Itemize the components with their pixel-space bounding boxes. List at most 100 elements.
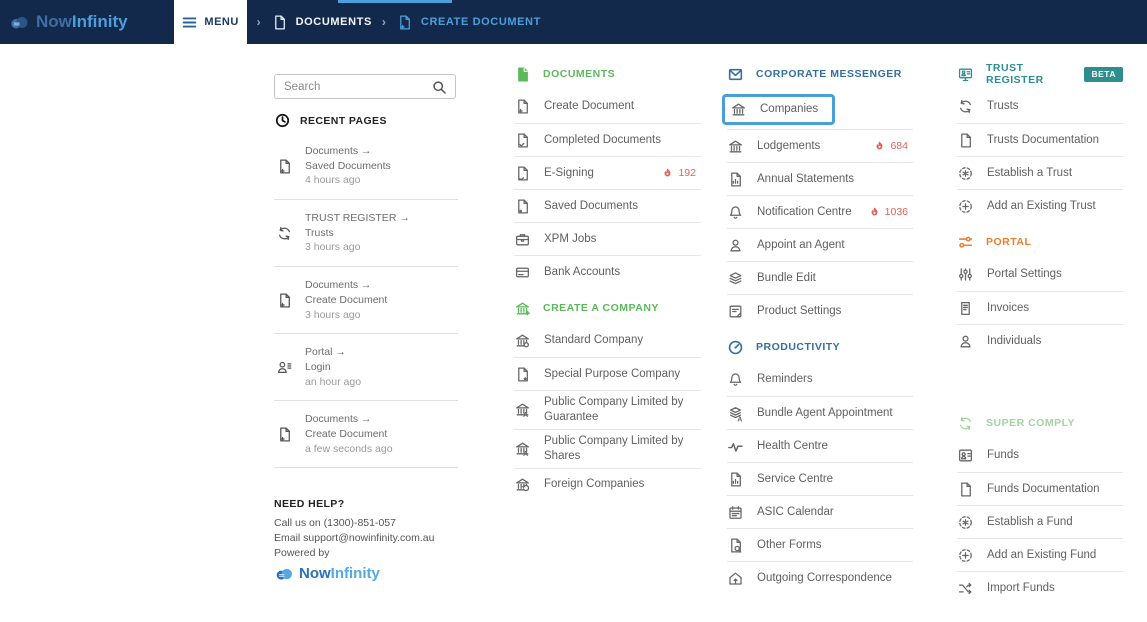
recent-item-trusts[interactable]: TRUST REGISTER →Trusts3 hours ago	[274, 199, 458, 266]
menu-item-label: XPM Jobs	[544, 232, 596, 247]
recent-cat: Documents →	[305, 144, 391, 159]
section-header-create-a-company: CREATE A COMPANY	[514, 292, 701, 324]
flame-icon	[661, 167, 674, 180]
menu-item-establish-a-fund[interactable]: Establish a Fund	[957, 505, 1123, 538]
bank-a-icon: A	[514, 401, 531, 418]
recent-item-text: Documents →Create Documenta few seconds …	[305, 412, 393, 456]
menu-item-funds[interactable]: Funds	[957, 439, 1123, 472]
menu-item-establish-a-trust[interactable]: Establish a Trust	[957, 156, 1123, 189]
menu-item-companies[interactable]: Companies	[727, 90, 913, 129]
bank-icon	[730, 101, 747, 118]
recent-item-text: Documents →Create Document3 hours ago	[305, 278, 387, 322]
section-title: PRODUCTIVITY	[756, 341, 840, 353]
section-header-portal: PORTAL	[957, 226, 1123, 258]
menu-item-individuals[interactable]: Individuals	[957, 324, 1123, 357]
svg-text:A: A	[523, 451, 528, 457]
menu-item-e-signing[interactable]: E-Signing192	[514, 156, 701, 189]
menu-item-lodgements[interactable]: Lodgements684	[727, 129, 913, 162]
menu-item-public-company-limited-by-shares[interactable]: APublic Company Limited by Shares	[514, 429, 701, 468]
menu-item-other-forms[interactable]: Other Forms	[727, 528, 913, 561]
clock-icon	[274, 112, 291, 129]
menu-item-bundle-agent-appointment[interactable]: ABundle Agent Appointment	[727, 396, 913, 429]
section-title: DOCUMENTS	[543, 68, 615, 80]
corporate-messenger-icon	[727, 66, 744, 83]
doc-add-icon	[276, 279, 293, 322]
mail-up-icon	[727, 570, 744, 587]
menu-item-asic-calendar[interactable]: ASIC Calendar	[727, 495, 913, 528]
menu-item-label: Bundle Edit	[757, 271, 816, 286]
menu-item-saved-documents[interactable]: Saved Documents	[514, 189, 701, 222]
bell-icon	[727, 204, 744, 221]
menu-item-label: Saved Documents	[544, 199, 638, 214]
menu-item-trusts[interactable]: Trusts	[957, 90, 1123, 123]
menu-column-registers: TRUST REGISTERBETATrustsTrusts Documenta…	[957, 44, 1123, 604]
menu-item-bundle-edit[interactable]: Bundle Edit	[727, 261, 913, 294]
menu-item-label: Notification Centre	[757, 205, 852, 220]
doc-chart-icon	[727, 471, 744, 488]
menu-column-messenger: CORPORATE MESSENGERCompaniesLodgements68…	[727, 44, 913, 594]
bank-refresh-icon	[514, 476, 531, 493]
documents-icon	[514, 66, 531, 83]
menu-item-label: Foreign Companies	[544, 477, 644, 492]
menu-item-label: Trusts	[987, 99, 1019, 114]
menu-item-standard-company[interactable]: Standard Company	[514, 324, 701, 357]
create-a-company-icon	[514, 300, 531, 317]
menu-item-appoint-an-agent[interactable]: Appoint an Agent	[727, 228, 913, 261]
recent-item-saved-documents[interactable]: Documents →Saved Documents4 hours ago	[274, 133, 458, 199]
menu-item-label: Lodgements	[757, 139, 820, 154]
menu-item-reminders[interactable]: Reminders	[727, 363, 913, 396]
logo-text: NowInfinity	[36, 12, 128, 32]
menu-item-completed-documents[interactable]: Completed Documents	[514, 123, 701, 156]
beta-badge: BETA	[1084, 67, 1123, 82]
menu-item-health-centre[interactable]: Health Centre	[727, 429, 913, 462]
menu-item-funds-documentation[interactable]: Funds Documentation	[957, 472, 1123, 505]
menu-item-import-funds[interactable]: Import Funds	[957, 571, 1123, 604]
doc-chart-icon	[727, 171, 744, 188]
menu-item-service-centre[interactable]: Service Centre	[727, 462, 913, 495]
funds-icon	[957, 447, 974, 464]
section-title: PORTAL	[986, 236, 1031, 248]
doc-add-icon	[276, 413, 293, 456]
menu-item-notification-centre[interactable]: Notification Centre1036	[727, 195, 913, 228]
doc-add-icon	[514, 98, 531, 115]
search-input[interactable]	[275, 75, 455, 98]
recent-item-create-document[interactable]: Documents →Create Documenta few seconds …	[274, 400, 458, 467]
section-productivity: PRODUCTIVITY RemindersABundle Agent Appoi…	[727, 331, 913, 594]
section-trust-register: TRUST REGISTERBETATrustsTrusts Documenta…	[957, 58, 1123, 222]
menu-item-label: Appoint an Agent	[757, 238, 845, 253]
menu-item-product-settings[interactable]: Product Settings	[727, 294, 913, 327]
menu-item-trusts-documentation[interactable]: Trusts Documentation	[957, 123, 1123, 156]
menu-item-outgoing-correspondence[interactable]: Outgoing Correspondence	[727, 561, 913, 594]
doc-sign-icon	[514, 165, 531, 182]
menu-item-foreign-companies[interactable]: Foreign Companies	[514, 468, 701, 501]
menu-item-label: Funds	[987, 448, 1019, 463]
menu-column-documents: DOCUMENTS Create DocumentCompleted Docume…	[514, 44, 701, 501]
footer-logo: NowInfinity	[274, 565, 458, 583]
menu-button[interactable]: MENU	[174, 0, 247, 44]
menu-item-add-an-existing-fund[interactable]: Add an Existing Fund	[957, 538, 1123, 571]
menu-item-label: Bundle Agent Appointment	[757, 406, 893, 421]
section-title: CREATE A COMPANY	[543, 302, 659, 314]
flame-icon	[868, 206, 881, 219]
section-documents: DOCUMENTS Create DocumentCompleted Docume…	[514, 58, 701, 288]
search-box	[274, 74, 456, 99]
person-list-icon	[276, 346, 293, 389]
menu-item-portal-settings[interactable]: Portal Settings	[957, 258, 1123, 291]
menu-item-special-purpose-company[interactable]: Special Purpose Company	[514, 357, 701, 390]
recent-item-login[interactable]: Portal →Loginan hour ago	[274, 333, 458, 400]
menu-item-bank-accounts[interactable]: Bank Accounts	[514, 255, 701, 288]
menu-item-annual-statements[interactable]: Annual Statements	[727, 162, 913, 195]
menu-item-xpm-jobs[interactable]: XPM Jobs	[514, 222, 701, 255]
menu-item-label: Establish a Fund	[987, 515, 1073, 530]
breadcrumb-documents[interactable]: DOCUMENTS	[271, 14, 372, 31]
breadcrumb-create-document[interactable]: CREATE DOCUMENT	[396, 14, 541, 31]
recent-item-create-document[interactable]: Documents →Create Document3 hours ago	[274, 266, 458, 333]
menu-item-create-document[interactable]: Create Document	[514, 90, 701, 123]
bank-gear-icon	[514, 332, 531, 349]
menu-item-label: Annual Statements	[757, 172, 854, 187]
menu-item-public-company-limited-by-guarantee[interactable]: APublic Company Limited by Guarantee	[514, 390, 701, 429]
menu-item-invoices[interactable]: Invoices	[957, 291, 1123, 324]
circle-plus-icon	[957, 547, 974, 564]
menu-item-add-an-existing-trust[interactable]: Add an Existing Trust	[957, 189, 1123, 222]
chevron-right-icon: ›	[382, 15, 386, 29]
